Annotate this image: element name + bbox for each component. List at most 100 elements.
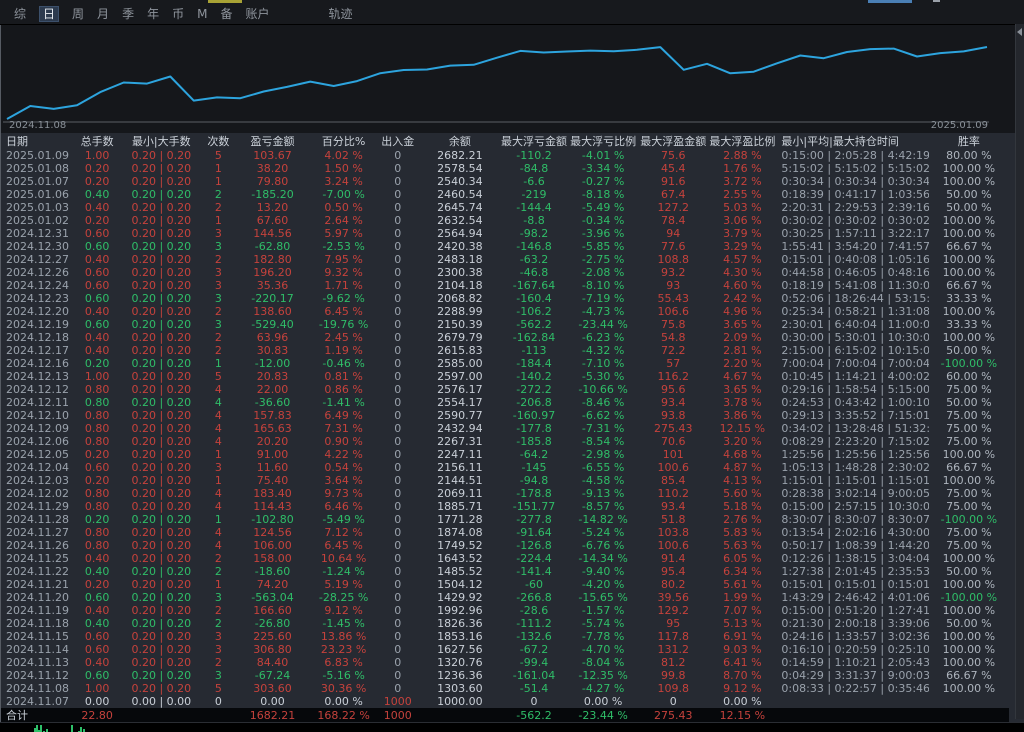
cell-5: 6.46 % [312,500,376,513]
cell-date: 2024.11.28 [1,513,75,526]
table-row[interactable]: 2024.11.190.400.20 | 0.202166.609.12 %01… [1,604,1009,617]
table-header-row: 日期总手数最小|大手数次数盈亏金额百分比%出入金余额最大浮亏金额最大浮亏比例最大… [1,133,1009,149]
cell-6: 0 [376,175,420,188]
table-row[interactable]: 2024.12.100.800.20 | 0.204157.836.49 %02… [1,409,1009,422]
table-row[interactable]: 2024.11.280.200.20 | 0.201-102.80-5.49 %… [1,513,1009,526]
cell-date: 2024.12.10 [1,409,75,422]
table-row[interactable]: 2024.11.140.600.20 | 0.203306.8023.23 %0… [1,643,1009,656]
table-row[interactable]: 2024.12.300.600.20 | 0.203-62.80-2.53 %0… [1,240,1009,253]
table-row[interactable]: 2024.12.120.800.20 | 0.20422.000.86 %025… [1,383,1009,396]
menu-item-5[interactable]: 年 [147,7,159,21]
table-row[interactable]: 2024.11.180.400.20 | 0.202-26.80-1.45 %0… [1,617,1009,630]
menu-item-track[interactable]: 轨迹 [329,7,353,21]
table-row[interactable]: 2024.11.120.600.20 | 0.203-67.24-5.16 %0… [1,669,1009,682]
cell-9: -8.10 % [568,279,638,292]
cell-2: 0.20 | 0.20 [119,539,203,552]
cell-4: 75.40 [233,474,311,487]
cell-3: 3 [203,266,233,279]
scrollbar-arrow-left-icon[interactable] [1017,28,1022,36]
column-header-4: 盈亏金额 [233,133,311,149]
menu-item-0[interactable]: 综 [14,7,26,21]
table-row[interactable]: 2024.12.090.800.20 | 0.204165.637.31 %02… [1,422,1009,435]
table-row[interactable]: 2024.12.240.600.20 | 0.20335.361.71 %021… [1,279,1009,292]
cell-11: 3.79 % [708,227,776,240]
table-row[interactable]: 2025.01.091.000.20 | 0.205103.674.02 %02… [1,149,1009,162]
cell-1: 22.80 [75,708,119,722]
table-row[interactable]: 2025.01.060.400.20 | 0.202-185.20-7.00 %… [1,188,1009,201]
table-row[interactable]: 2025.01.070.200.20 | 0.20179.803.24 %025… [1,175,1009,188]
cell-5: 0.54 % [312,461,376,474]
menu-item-4[interactable]: 季 [122,7,134,21]
table-row[interactable]: 2024.12.170.400.20 | 0.20230.831.19 %026… [1,344,1009,357]
table-row[interactable]: 2024.12.131.000.20 | 0.20520.830.81 %025… [1,370,1009,383]
table-row[interactable]: 2024.11.130.400.20 | 0.20284.406.83 %013… [1,656,1009,669]
table-row[interactable]: 2024.12.260.600.20 | 0.203196.209.32 %02… [1,266,1009,279]
cell-date: 2024.12.13 [1,370,75,383]
table-row[interactable]: 2024.12.110.800.20 | 0.204-36.60-1.41 %0… [1,396,1009,409]
table-row[interactable]: 2025.01.080.200.20 | 0.20138.201.50 %025… [1,162,1009,175]
cell-7: 1992.96 [420,604,500,617]
cell-8: -98.2 [500,227,568,240]
table-row[interactable]: 2024.11.210.200.20 | 0.20174.205.19 %015… [1,578,1009,591]
table-row[interactable]: 2024.12.060.800.20 | 0.20420.200.90 %022… [1,435,1009,448]
cell-2: 0.20 | 0.20 [119,149,203,162]
table-row[interactable]: 2024.12.020.800.20 | 0.204183.409.73 %02… [1,487,1009,500]
cell-11: 6.34 % [708,565,776,578]
menu-item-1[interactable]: 日 [39,6,59,22]
candle-fragment [80,727,82,732]
equity-curve-chart[interactable]: 2024.11.08 2025.01.09 [0,25,1024,133]
cell-5: 9.73 % [312,487,376,500]
cell-9: -6.76 % [568,539,638,552]
cell-4: 91.00 [233,448,311,461]
table-row[interactable]: 2024.12.160.200.20 | 0.201-12.00-0.46 %0… [1,357,1009,370]
cell-9: -4.01 % [568,149,638,162]
menu-item-7[interactable]: M [197,7,207,21]
cell-2: 0.20 | 0.20 [119,292,203,305]
table-row[interactable]: 2024.11.270.800.20 | 0.204124.567.12 %01… [1,526,1009,539]
table-row[interactable]: 2024.12.310.600.20 | 0.203144.565.97 %02… [1,227,1009,240]
table-row[interactable]: 2024.11.290.800.20 | 0.204114.436.46 %01… [1,500,1009,513]
table-row[interactable]: 2024.12.230.600.20 | 0.203-220.17-9.62 %… [1,292,1009,305]
table-row[interactable]: 2024.12.030.200.20 | 0.20175.403.64 %021… [1,474,1009,487]
table-row[interactable]: 2024.12.200.400.20 | 0.202138.606.45 %02… [1,305,1009,318]
cell-4: 165.63 [233,422,311,435]
cell-2: 0.20 | 0.20 [119,552,203,565]
cell-11: 5.13 % [708,617,776,630]
menu-item-6[interactable]: 币 [172,7,184,21]
table-row[interactable]: 2024.11.220.400.20 | 0.202-18.60-1.24 %0… [1,565,1009,578]
cell-11: 2.20 % [708,357,776,370]
cell-12: 0:15:01 | 0:15:01 | 0:15:01 [776,578,928,591]
cell-3: 3 [203,240,233,253]
menu-item-2[interactable]: 周 [72,7,84,21]
table-row[interactable]: 2024.11.150.600.20 | 0.203225.6013.86 %0… [1,630,1009,643]
cell-6: 0 [376,188,420,201]
menu-item-3[interactable]: 月 [97,7,109,21]
menu-item-8[interactable]: 备 [220,7,232,21]
cell-13: 75.00 % [929,422,1009,435]
table-row[interactable]: 2024.12.270.400.20 | 0.202182.807.95 %02… [1,253,1009,266]
table-row[interactable]: 2025.01.030.400.20 | 0.20213.200.50 %026… [1,201,1009,214]
table-row[interactable]: 2024.11.081.000.20 | 0.205303.6030.36 %0… [1,682,1009,695]
candle-fragment [40,725,42,732]
cell-11: 4.68 % [708,448,776,461]
cell-7: 1826.36 [420,617,500,630]
cell-5: 2.45 % [312,331,376,344]
vertical-scrollbar[interactable] [1015,24,1024,719]
cell-13: 66.67 % [929,461,1009,474]
table-row[interactable]: 2024.12.050.200.20 | 0.20191.004.22 %022… [1,448,1009,461]
table-row[interactable]: 2024.11.070.000.00 | 0.0000.000.00 %1000… [1,695,1009,708]
table-row[interactable]: 2024.11.250.400.20 | 0.202158.0010.64 %0… [1,552,1009,565]
table-row[interactable]: 2024.11.260.800.20 | 0.204106.006.45 %01… [1,539,1009,552]
cell-3: 2 [203,656,233,669]
table-row[interactable]: 2024.12.190.600.20 | 0.203-529.40-19.76 … [1,318,1009,331]
cell-date: 2024.11.08 [1,682,75,695]
table-row[interactable]: 2024.12.040.600.20 | 0.20311.600.54 %021… [1,461,1009,474]
table-row[interactable]: 2024.11.200.600.20 | 0.203-563.04-28.25 … [1,591,1009,604]
cell-7: 2144.51 [420,474,500,487]
cell-13 [929,695,1009,708]
cell-12: 2:15:00 | 6:15:02 | 10:15:05 [776,344,928,357]
table-row[interactable]: 2025.01.020.200.20 | 0.20167.602.64 %026… [1,214,1009,227]
table-row[interactable]: 2024.12.180.400.20 | 0.20263.962.45 %026… [1,331,1009,344]
cell-date: 2024.11.15 [1,630,75,643]
menu-item-9[interactable]: 账户 [245,7,269,21]
